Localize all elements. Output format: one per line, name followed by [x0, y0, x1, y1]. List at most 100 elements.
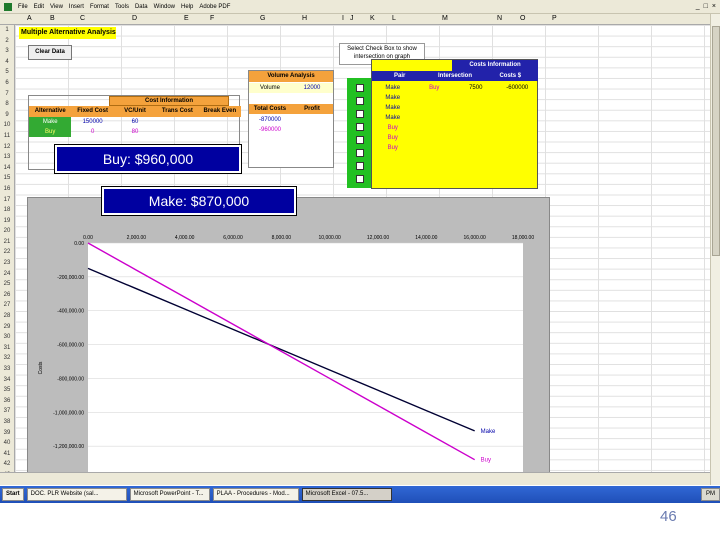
row-header[interactable]: 22 [0, 247, 14, 258]
row-header[interactable]: 11 [0, 131, 14, 142]
row-header[interactable]: 40 [0, 438, 14, 449]
pair-a-cell[interactable]: Make [372, 104, 414, 113]
profit-cell[interactable] [291, 125, 333, 135]
row-header[interactable]: 3 [0, 46, 14, 57]
row-header[interactable]: 25 [0, 279, 14, 290]
column-header-k[interactable]: K [370, 15, 375, 22]
scroll-thumb[interactable] [712, 26, 720, 256]
row-header[interactable]: 26 [0, 290, 14, 301]
row-header[interactable]: 7 [0, 89, 14, 100]
row-header[interactable]: 31 [0, 343, 14, 354]
row-header[interactable]: 30 [0, 332, 14, 343]
row-header[interactable]: 2 [0, 36, 14, 47]
row-header[interactable]: 5 [0, 67, 14, 78]
row-header[interactable]: 32 [0, 353, 14, 364]
pair-b-cell[interactable] [414, 114, 456, 123]
intersection-checkbox[interactable] [356, 175, 364, 183]
costs-cell[interactable] [497, 104, 539, 113]
row-header[interactable]: 18 [0, 205, 14, 216]
clear-data-button[interactable]: Clear Data [28, 45, 72, 60]
row-header[interactable]: 41 [0, 449, 14, 460]
menu-view[interactable]: View [50, 4, 63, 10]
row-header[interactable]: 34 [0, 375, 14, 386]
pair-a-cell[interactable]: Make [372, 84, 414, 93]
column-header-h[interactable]: H [302, 15, 307, 22]
menu-format[interactable]: Format [90, 4, 109, 10]
row-header[interactable]: 13 [0, 152, 14, 163]
costs-cell[interactable] [497, 114, 539, 123]
trans-cost-cell[interactable] [156, 127, 198, 137]
intersection-checkbox[interactable] [356, 136, 364, 144]
vc-unit-cell[interactable]: 80 [114, 127, 156, 137]
column-header-f[interactable]: F [210, 15, 214, 22]
row-header[interactable]: 17 [0, 195, 14, 206]
row-header[interactable]: 33 [0, 364, 14, 375]
pair-a-cell[interactable]: Make [372, 94, 414, 103]
pair-b-cell[interactable] [414, 124, 456, 133]
menu-edit[interactable]: Edit [34, 4, 44, 10]
taskbar-item[interactable]: PLAA - Procedures - Mod... [212, 488, 299, 501]
pair-b-cell[interactable] [414, 94, 456, 103]
fixed-cost-cell[interactable]: 150000 [71, 117, 113, 127]
column-header-j[interactable]: J [350, 15, 354, 22]
intersection-checkbox[interactable] [356, 162, 364, 170]
row-header[interactable]: 9 [0, 110, 14, 121]
intersection-checkbox[interactable] [356, 84, 364, 92]
row-header[interactable]: 10 [0, 120, 14, 131]
row-header[interactable]: 12 [0, 142, 14, 153]
intersection-cell[interactable] [455, 124, 497, 133]
menu-adobe-pdf[interactable]: Adobe PDF [199, 4, 230, 10]
menu-data[interactable]: Data [135, 4, 148, 10]
column-header-l[interactable]: L [392, 15, 396, 22]
intersection-cell[interactable] [455, 144, 497, 153]
volume-input[interactable]: 12000 [291, 83, 333, 93]
taskbar-item[interactable]: Microsoft PowerPoint - T... [129, 488, 210, 501]
row-header[interactable]: 1 [0, 25, 14, 36]
row-header[interactable]: 35 [0, 385, 14, 396]
pair-b-cell[interactable] [414, 104, 456, 113]
row-header[interactable]: 42 [0, 459, 14, 470]
intersection-checkbox[interactable] [356, 123, 364, 131]
row-header[interactable]: 28 [0, 311, 14, 322]
pair-a-cell[interactable]: Buy [372, 124, 414, 133]
row-header[interactable]: 37 [0, 406, 14, 417]
intersection-checkbox[interactable] [356, 110, 364, 118]
costs-cell[interactable] [497, 134, 539, 143]
pair-b-cell[interactable] [414, 134, 456, 143]
row-header[interactable]: 14 [0, 163, 14, 174]
column-header-d[interactable]: D [132, 15, 137, 22]
row-header[interactable]: 8 [0, 99, 14, 110]
intersection-checkbox[interactable] [356, 149, 364, 157]
row-header[interactable]: 39 [0, 428, 14, 439]
row-header[interactable]: 38 [0, 417, 14, 428]
total-costs-cell[interactable]: -870000 [249, 115, 291, 125]
column-header-a[interactable]: A [27, 15, 32, 22]
intersection-cell[interactable] [455, 114, 497, 123]
restore-icon[interactable]: □ [704, 3, 708, 10]
vertical-scrollbar[interactable] [710, 14, 720, 485]
row-header[interactable]: 19 [0, 216, 14, 227]
costs-cell[interactable]: -600000 [497, 84, 539, 93]
menu-help[interactable]: Help [181, 4, 193, 10]
taskbar-item[interactable]: DOC. PLR Website (sal... [26, 488, 127, 501]
vc-unit-cell[interactable]: 60 [114, 117, 156, 127]
row-header[interactable]: 20 [0, 226, 14, 237]
row-header[interactable]: 27 [0, 300, 14, 311]
break-even-cell[interactable] [199, 127, 241, 137]
taskbar-item[interactable]: Microsoft Excel - 07.5... [301, 488, 392, 501]
trans-cost-cell[interactable] [156, 117, 198, 127]
start-button[interactable]: Start [2, 488, 24, 501]
alternative-cell[interactable]: Buy [29, 127, 72, 137]
pair-b-cell[interactable] [414, 144, 456, 153]
minimize-icon[interactable]: _ [696, 3, 700, 10]
column-header-b[interactable]: B [50, 15, 55, 22]
costs-cell[interactable] [497, 144, 539, 153]
total-costs-cell[interactable]: -960000 [249, 125, 291, 135]
costs-cell[interactable] [497, 124, 539, 133]
close-icon[interactable]: × [712, 3, 716, 10]
row-header[interactable]: 21 [0, 237, 14, 248]
row-header[interactable]: 15 [0, 173, 14, 184]
intersection-cell[interactable] [455, 94, 497, 103]
intersection-checkbox[interactable] [356, 97, 364, 105]
row-header[interactable]: 29 [0, 322, 14, 333]
